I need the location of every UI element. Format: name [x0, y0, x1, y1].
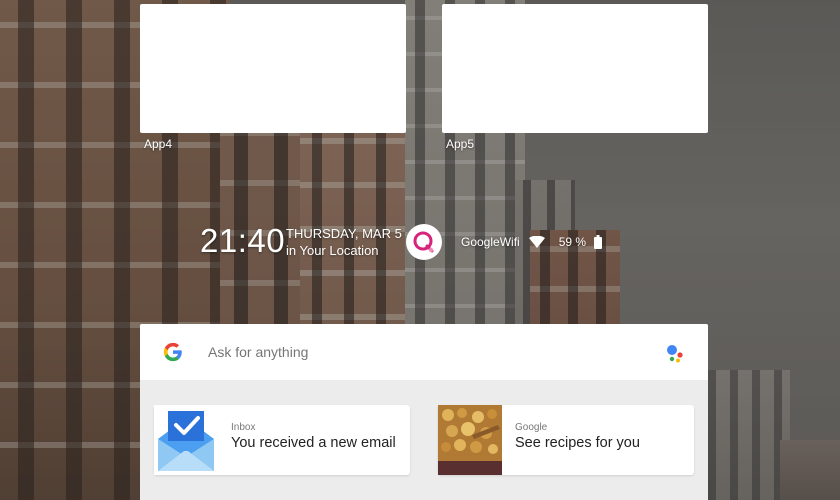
clock-time[interactable]: 21:40	[200, 222, 285, 260]
card-source: Google	[515, 422, 548, 433]
battery-percent: 59 %	[558, 235, 587, 249]
wifi-icon	[528, 236, 545, 248]
card-source: Inbox	[231, 422, 256, 433]
assistant-bubble[interactable]	[406, 224, 442, 260]
status-bar: GoogleWifi 59 %	[461, 235, 603, 249]
app4-widget[interactable]	[140, 4, 406, 133]
location-text: in Your Location	[286, 243, 379, 258]
food-photo	[438, 405, 502, 475]
card-title: See recipes for you	[515, 435, 640, 451]
google-assistant-icon[interactable]	[664, 342, 686, 364]
search-input[interactable]	[208, 344, 568, 360]
q-logo-icon	[413, 231, 434, 253]
search-bar[interactable]	[140, 324, 708, 380]
google-g-icon	[163, 342, 182, 362]
battery-icon	[594, 235, 603, 249]
inbox-envelope-icon	[154, 405, 218, 475]
network-name: GoogleWifi	[461, 235, 520, 249]
google-feed-panel: Inbox You received a new email	[140, 324, 708, 500]
app4-label: App4	[144, 137, 173, 151]
date-text: THURSDAY, MAR 5	[286, 226, 402, 241]
date-block[interactable]: THURSDAY, MAR 5 in Your Location	[286, 226, 402, 258]
app5-widget[interactable]	[442, 4, 708, 133]
recipes-card[interactable]: Google See recipes for you	[438, 405, 694, 475]
inbox-card[interactable]: Inbox You received a new email	[154, 405, 410, 475]
card-title: You received a new email	[231, 435, 396, 451]
app5-label: App5	[446, 137, 475, 151]
